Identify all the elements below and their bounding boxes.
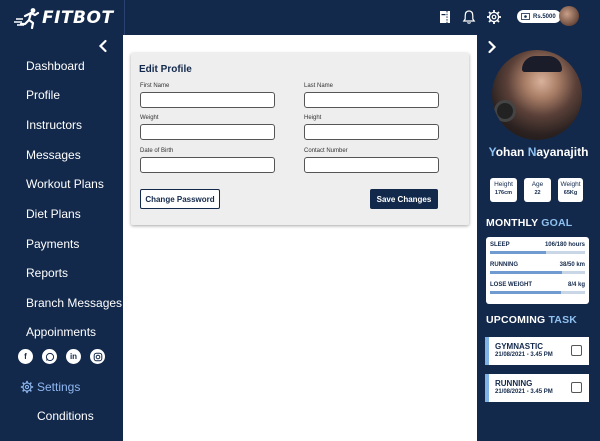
- goal-running: RUNNING 38/50 km: [490, 262, 585, 274]
- linkedin-icon[interactable]: in: [66, 349, 81, 364]
- edit-profile-card: Edit Profile First Name Last Name Weight…: [131, 53, 469, 225]
- settings-label: Settings: [37, 380, 81, 394]
- social-links: f in: [18, 349, 105, 364]
- task-checkbox[interactable]: [571, 382, 582, 393]
- sidebar-item-appoinments[interactable]: Appoinments: [26, 325, 96, 339]
- goal-progress: 106/180 hours: [544, 242, 585, 248]
- stat-label: Height: [494, 181, 513, 188]
- cash-icon: [521, 13, 530, 20]
- stat-height: Height 176cm: [490, 178, 517, 202]
- weight-field[interactable]: [140, 124, 275, 140]
- dumbbell-shape: [494, 100, 516, 122]
- progress-bar: [490, 291, 585, 294]
- contact-number-label: Contact Number: [304, 148, 348, 154]
- facebook-icon[interactable]: f: [18, 349, 33, 364]
- title-accent: GOAL: [541, 217, 573, 229]
- sidebar-item-messages[interactable]: Messages: [26, 148, 81, 162]
- upcoming-task-title: UPCOMING TASK: [486, 314, 577, 326]
- gear-icon[interactable]: [486, 9, 502, 25]
- top-bar: FITBOT Rs.5000: [0, 0, 600, 35]
- cap-shape: [522, 56, 562, 72]
- main-content: Edit Profile First Name Last Name Weight…: [123, 35, 477, 441]
- title-text: UPCOMING: [486, 314, 549, 326]
- brand-name: FITBOT: [42, 8, 114, 28]
- chevron-right-icon[interactable]: [485, 40, 499, 54]
- height-field[interactable]: [304, 124, 439, 140]
- avatar[interactable]: [559, 6, 579, 26]
- weight-label: Weight: [140, 115, 159, 121]
- stat-weight: Weight 65Kg: [558, 178, 583, 202]
- instagram-icon[interactable]: [90, 349, 105, 364]
- task-name: GYMNASTIC: [495, 342, 543, 351]
- sidebar-item-diet-plans[interactable]: Diet Plans: [26, 207, 81, 221]
- task-checkbox[interactable]: [571, 345, 582, 356]
- settings-gear-icon: [20, 380, 34, 394]
- task-time: 21/08/2021 - 3.45 PM: [495, 389, 553, 395]
- title-text: MONTHLY: [486, 217, 542, 229]
- goal-name: LOSE WEIGHT: [490, 282, 532, 288]
- first-initial: Y: [488, 145, 496, 159]
- sidebar-item-branch-messages[interactable]: Branch Messages: [26, 296, 122, 310]
- task-gymnastic[interactable]: GYMNASTIC 21/08/2021 - 3.45 PM: [485, 337, 589, 365]
- task-time: 21/08/2021 - 3.45 PM: [495, 352, 553, 358]
- bell-icon[interactable]: [461, 9, 477, 25]
- wallet-balance[interactable]: Rs.5000: [517, 10, 561, 23]
- sidebar-item-settings[interactable]: Settings: [20, 380, 80, 394]
- stat-age: Age 22: [524, 178, 551, 202]
- sidebar: Dashboard Profile Instructors Messages W…: [0, 35, 123, 441]
- stat-value: 176cm: [494, 190, 513, 196]
- height-label: Height: [304, 115, 322, 121]
- sidebar-item-instructors[interactable]: Instructors: [26, 118, 82, 132]
- divider: [124, 0, 125, 35]
- contact-number-field[interactable]: [304, 157, 439, 173]
- sidebar-item-workout-plans[interactable]: Workout Plans: [26, 177, 104, 191]
- dob-label: Date of Birth: [140, 148, 174, 154]
- body-stats: Height 176cm Age 22 Weight 65Kg: [490, 178, 583, 202]
- save-changes-button[interactable]: Save Changes: [370, 189, 438, 209]
- first-name-field[interactable]: [140, 92, 275, 108]
- progress-fill: [490, 251, 547, 254]
- progress-bar: [490, 251, 585, 254]
- goals-card: SLEEP 106/180 hours RUNNING 38/50 km LOS…: [486, 237, 589, 304]
- sidebar-item-conditions[interactable]: Conditions: [37, 409, 94, 423]
- balance-amount: Rs.5000: [533, 13, 556, 20]
- profile-panel: Yohan Nayanajith Height 176cm Age 22 Wei…: [477, 35, 600, 441]
- user-name: Yohan Nayanajith: [477, 145, 600, 159]
- progress-fill: [490, 291, 562, 294]
- sidebar-item-profile[interactable]: Profile: [26, 88, 60, 102]
- dob-field[interactable]: [140, 157, 275, 173]
- goal-name: RUNNING: [490, 262, 518, 268]
- first-name-label: First Name: [140, 83, 170, 89]
- task-name: RUNNING: [495, 379, 533, 388]
- change-password-button[interactable]: Change Password: [140, 189, 220, 209]
- first-name-rest: ohan: [495, 145, 528, 159]
- whatsapp-icon[interactable]: [42, 349, 57, 364]
- brand-logo[interactable]: FITBOT: [14, 7, 114, 29]
- goal-progress: 38/50 km: [559, 262, 585, 268]
- runner-icon: [14, 8, 40, 29]
- task-running[interactable]: RUNNING 21/08/2021 - 3.45 PM: [485, 374, 589, 402]
- sidebar-item-dashboard[interactable]: Dashboard: [26, 59, 85, 73]
- goal-lose-weight: LOSE WEIGHT 8/4 kg: [490, 282, 585, 294]
- sidebar-item-reports[interactable]: Reports: [26, 266, 68, 280]
- stat-value: 22: [534, 190, 541, 196]
- last-name-label: Last Name: [304, 83, 334, 89]
- goal-name: SLEEP: [490, 242, 510, 248]
- title-accent: TASK: [548, 314, 578, 326]
- profile-photo: [492, 50, 582, 140]
- coupon-icon[interactable]: [437, 9, 453, 25]
- monthly-goal-title: MONTHLY GOAL: [486, 217, 572, 229]
- progress-bar: [490, 271, 585, 274]
- stat-label: Age: [531, 181, 544, 188]
- stat-value: 65Kg: [563, 190, 578, 196]
- sidebar-item-payments[interactable]: Payments: [26, 237, 79, 251]
- last-name-rest: ayanajith: [536, 145, 589, 159]
- goal-progress: 8/4 kg: [567, 282, 585, 288]
- progress-fill: [490, 271, 563, 274]
- last-name-field[interactable]: [304, 92, 439, 108]
- page-title: Edit Profile: [139, 64, 192, 75]
- goal-sleep: SLEEP 106/180 hours: [490, 242, 585, 254]
- chevron-left-icon[interactable]: [96, 39, 110, 53]
- stat-label: Weight: [560, 181, 581, 188]
